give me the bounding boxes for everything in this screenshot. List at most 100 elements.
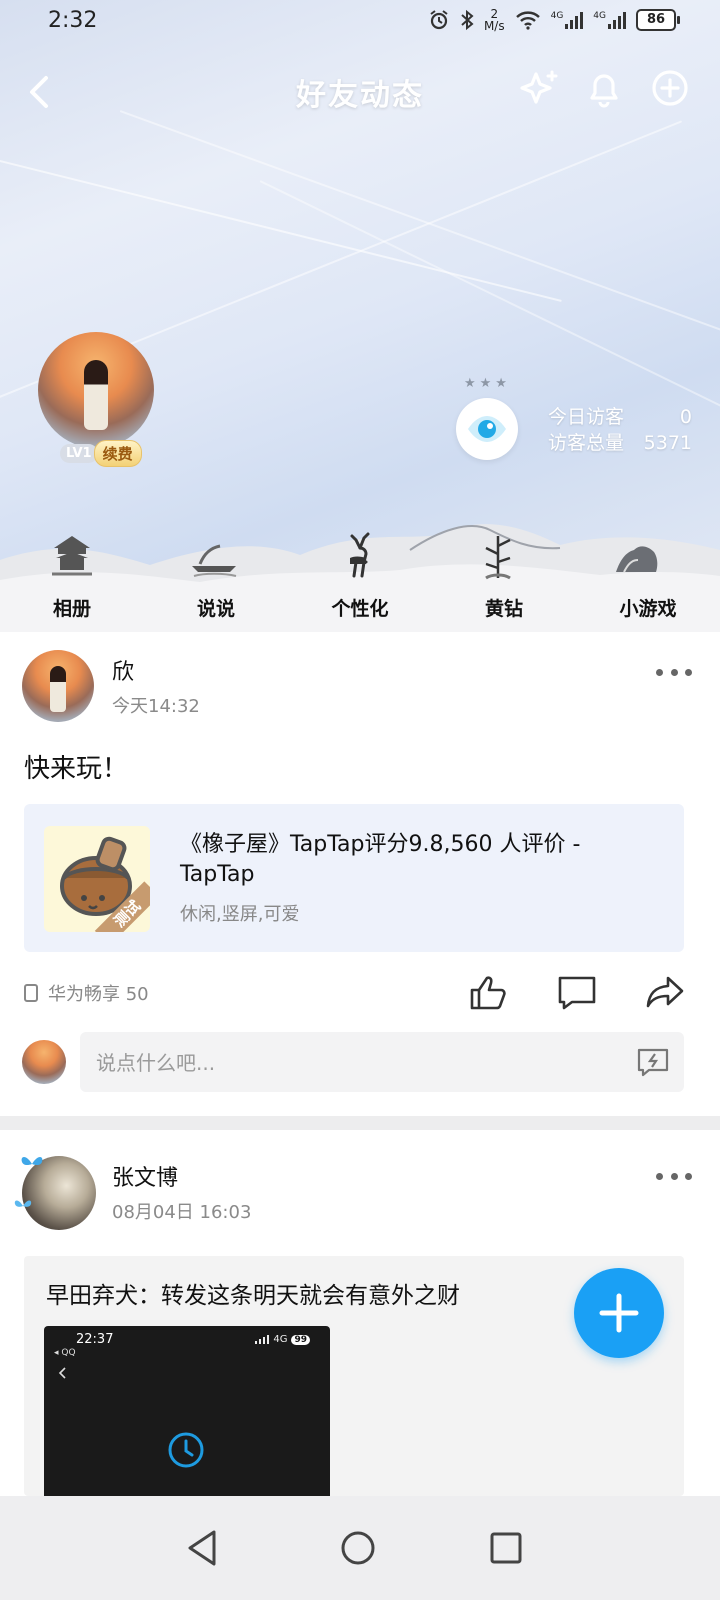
- add-button[interactable]: [648, 66, 692, 110]
- more-dot-icon: [656, 1172, 663, 1180]
- more-dot-icon: [685, 668, 692, 676]
- like-button[interactable]: [468, 972, 510, 1012]
- top-nav-actions: [516, 66, 692, 110]
- visitors-total: 访客总量 5371: [548, 430, 692, 456]
- visitors-today-label: 今日访客: [548, 406, 625, 428]
- feature-nav: 相册 说说 个性化 黄钻 小游戏: [0, 594, 720, 632]
- status-bar: 2:32 2 M/s 4G 4G 86: [0, 0, 720, 46]
- battery-indicator: 86: [636, 9, 680, 31]
- feature-personalize[interactable]: 个性化: [288, 594, 432, 632]
- signal-2-label: 4G: [593, 11, 606, 21]
- more-dot-icon: [670, 1172, 678, 1180]
- post-author-name[interactable]: 欣: [112, 654, 134, 686]
- status-time: 2:32: [48, 8, 98, 33]
- share-button[interactable]: [644, 972, 686, 1012]
- avatar-figure: [84, 360, 108, 430]
- visitors-total-value: 5371: [643, 432, 692, 454]
- bell-icon: [590, 74, 618, 108]
- visitors-total-label: 访客总量: [548, 432, 625, 454]
- clock-icon: [168, 1432, 204, 1468]
- more-dot-icon: [685, 1172, 692, 1180]
- post-timestamp: 今天14:32: [112, 696, 200, 717]
- attached-screenshot[interactable]: 22:37 ◂ QQ 4G 99: [44, 1326, 330, 1496]
- feature-mini-games[interactable]: 小游戏: [576, 594, 720, 632]
- feed-post: 欣 今天14:32 快来玩！ 测试 《橡子屋》TapTap评分9.8,560 人…: [0, 632, 720, 1116]
- post-author-name[interactable]: 张文博: [112, 1160, 178, 1192]
- quick-reply-icon[interactable]: [636, 1046, 670, 1078]
- more-dot-icon: [670, 668, 678, 676]
- screenshot-time: 22:37: [76, 1332, 114, 1347]
- alarm-icon: [430, 10, 448, 30]
- comment-input-row: 说点什么吧...: [22, 1032, 686, 1092]
- post-actions: [468, 972, 686, 1012]
- device-info: 华为畅享 50: [24, 980, 149, 1006]
- more-dot-icon: [656, 668, 663, 676]
- avatar-figure: [50, 666, 66, 712]
- sparkle-icon: [520, 70, 558, 104]
- visitor-stats[interactable]: 今日访客 0 访客总量 5371: [548, 404, 692, 456]
- bamboo-icon: [485, 536, 511, 580]
- shared-link-card[interactable]: 测试 《橡子屋》TapTap评分9.8,560 人评价 - TapTap 休闲,…: [24, 804, 684, 952]
- post-avatar[interactable]: [22, 650, 94, 722]
- screenshot-network: 4G: [273, 1334, 288, 1345]
- visitors-today: 今日访客 0: [548, 404, 692, 430]
- feature-shuoshuo[interactable]: 说说: [144, 594, 288, 632]
- game-thumbnail: 测试: [44, 826, 150, 932]
- more-options-button[interactable]: [656, 662, 692, 682]
- signal-1-label: 4G: [550, 11, 564, 21]
- screenshot-status: 4G 99: [255, 1334, 310, 1345]
- feed-divider: [0, 1116, 720, 1130]
- comment-button[interactable]: [556, 972, 598, 1012]
- share-icon: [646, 976, 684, 1008]
- visitors-today-value: 0: [679, 406, 692, 428]
- signal-bars-icon: [255, 1335, 270, 1344]
- post-meta-row: 华为畅享 50: [24, 972, 696, 1012]
- net-speed-unit: M/s: [483, 19, 505, 33]
- screenshot-app: ◂ QQ: [54, 1348, 76, 1358]
- feature-album[interactable]: 相册: [0, 594, 144, 632]
- rock-icon: [616, 546, 658, 573]
- comment-input[interactable]: 说点什么吧...: [80, 1032, 684, 1092]
- eye-icon: [468, 416, 506, 442]
- feature-yellow-diamond[interactable]: 黄钻: [432, 594, 576, 632]
- link-card-tags: 休闲,竖屏,可爱: [180, 904, 300, 925]
- wifi-icon: [515, 11, 540, 30]
- phone-icon: [24, 984, 38, 1002]
- signal-bars-icon: [565, 11, 584, 29]
- level-badge: LV1: [60, 443, 98, 463]
- profile-banner: 2:32 2 M/s 4G 4G 86 好友动态 LV1 续费 ★★★ 今日访客…: [0, 0, 720, 632]
- sparkle-button[interactable]: [516, 66, 560, 110]
- top-nav: 好友动态: [0, 58, 720, 122]
- butterfly-icon: [21, 1157, 43, 1166]
- deer-icon: [350, 532, 370, 578]
- butterfly-icon: [14, 1200, 32, 1207]
- bluetooth-icon: [461, 9, 474, 31]
- renew-button[interactable]: 续费: [93, 439, 142, 467]
- plus-icon: [599, 1293, 639, 1333]
- nav-recents-icon[interactable]: [484, 1526, 528, 1570]
- profile-avatar[interactable]: [38, 332, 154, 448]
- link-card-title: 《橡子屋》TapTap评分9.8,560 人评价 - TapTap: [180, 832, 581, 887]
- notification-button[interactable]: [582, 66, 626, 110]
- more-options-button[interactable]: [656, 1166, 692, 1186]
- nav-home-icon[interactable]: [336, 1526, 380, 1570]
- post-timestamp: 08月04日 16:03: [112, 1202, 252, 1223]
- signal-bars-icon: [608, 11, 626, 29]
- system-nav-bar: [0, 1496, 720, 1600]
- net-speed: 2 M/s: [484, 8, 505, 32]
- compose-fab[interactable]: [574, 1268, 664, 1358]
- comment-placeholder: 说点什么吧...: [96, 1051, 216, 1075]
- boat-icon: [192, 544, 237, 577]
- back-icon: [58, 1367, 66, 1379]
- signal-2: 4G: [593, 11, 626, 29]
- visitor-button[interactable]: [456, 398, 518, 460]
- thumbs-up-icon: [470, 976, 506, 1010]
- signal-1: 4G: [551, 11, 584, 29]
- nav-back-icon[interactable]: [182, 1526, 226, 1570]
- my-avatar: [22, 1040, 66, 1084]
- device-name: 华为畅享 50: [48, 984, 149, 1005]
- screenshot-battery: 99: [291, 1334, 310, 1345]
- pavilion-icon: [52, 536, 92, 576]
- vip-badge[interactable]: LV1 续费: [60, 438, 142, 468]
- repost-text: 早田弃犬：转发这条明天就会有意外之财: [46, 1283, 460, 1309]
